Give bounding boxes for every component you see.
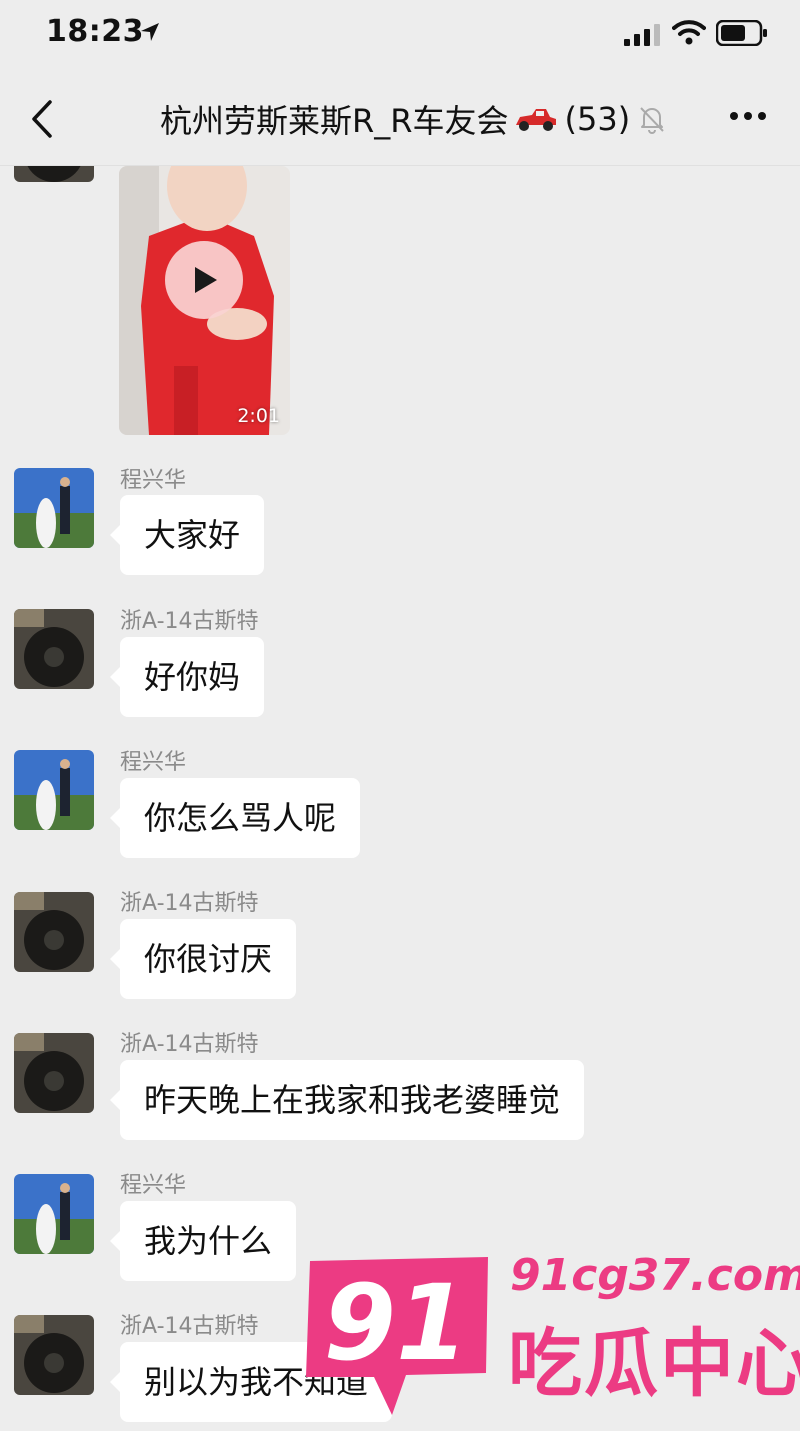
avatar[interactable] (14, 750, 94, 830)
watermark-name: 吃瓜中心 (508, 1321, 800, 1407)
wifi-icon (672, 20, 706, 45)
avatar[interactable] (14, 166, 94, 182)
mute-bell-icon (640, 107, 664, 134)
play-button[interactable] (165, 241, 243, 319)
race-car-icon (516, 109, 557, 131)
sender-name: 程兴华 (120, 1173, 187, 1198)
play-icon (195, 267, 217, 293)
status-time: 18:23 (46, 14, 144, 49)
message-bubble[interactable]: 你很讨厌 (109, 919, 297, 999)
status-bar: 18:23 (0, 0, 800, 70)
cellular-signal-icon (624, 24, 660, 46)
avatar[interactable] (14, 609, 94, 689)
message-bubble[interactable]: 大家好 (109, 495, 265, 575)
message-bubble[interactable]: 昨天晚上在我家和我老婆睡觉 (109, 1060, 585, 1140)
watermark-site: 91cg37.com (510, 1250, 800, 1301)
sender-name: 浙A-14古斯特 (120, 609, 259, 634)
location-arrow-icon (141, 23, 159, 41)
message-bubble[interactable]: 你怎么骂人呢 (109, 778, 361, 858)
message-bubble[interactable]: 我为什么 (109, 1201, 297, 1281)
sender-name: 浙A-14古斯特 (120, 1032, 259, 1057)
avatar[interactable] (14, 892, 94, 972)
more-options-button[interactable] (726, 104, 770, 128)
chat-title: 杭州劳斯莱斯R_R车友会 (53) (160, 96, 666, 142)
battery-icon (716, 20, 767, 46)
avatar[interactable] (14, 1174, 94, 1254)
avatar[interactable] (14, 1315, 94, 1395)
chat-header: 杭州劳斯莱斯R_R车友会 (53) (0, 70, 800, 166)
sender-name: 程兴华 (120, 750, 187, 775)
chat-message-list[interactable]: 2:01 程兴华 大家好 浙A-14古斯特 好你妈 程兴华 你怎么骂人呢 浙A-… (0, 166, 800, 1431)
back-button[interactable] (24, 94, 60, 144)
member-count: (53) (564, 100, 631, 138)
avatar[interactable] (14, 468, 94, 548)
sender-name: 程兴华 (120, 468, 187, 493)
watermark-logo: 91 (306, 1257, 488, 1415)
watermark-number: 91 (324, 1262, 469, 1384)
sender-name: 浙A-14古斯特 (120, 1314, 259, 1339)
avatar[interactable] (14, 1033, 94, 1113)
video-duration: 2:01 (237, 405, 280, 427)
message-bubble[interactable]: 好你妈 (109, 637, 265, 717)
sender-name: 浙A-14古斯特 (120, 891, 259, 916)
group-name: 杭州劳斯莱斯R_R车友会 (160, 102, 509, 140)
video-message[interactable]: 2:01 (119, 166, 290, 435)
